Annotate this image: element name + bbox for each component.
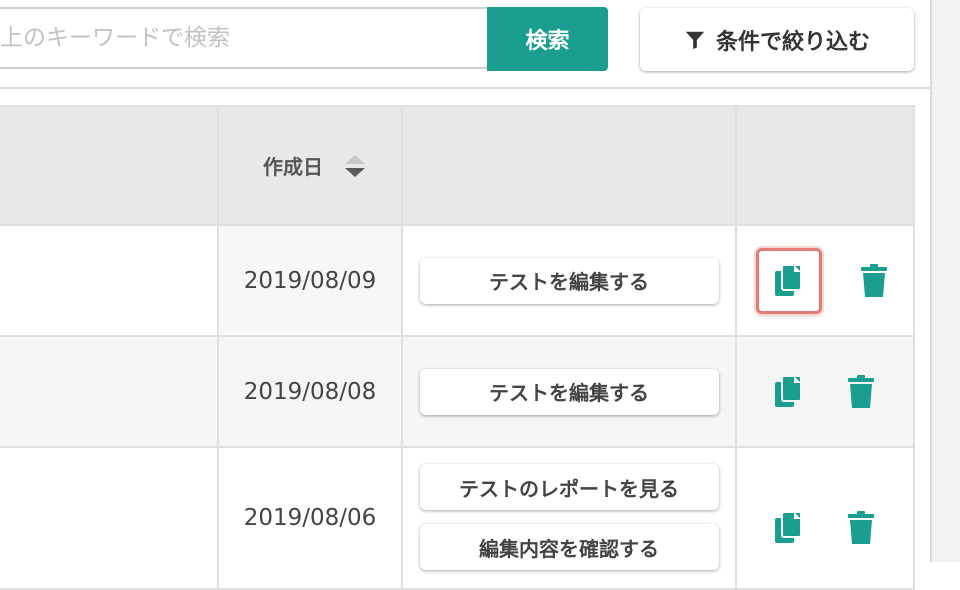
filter-icon <box>685 31 705 49</box>
trash-icon <box>861 263 887 297</box>
filter-button-label: 条件で絞り込む <box>715 29 870 55</box>
row-tools-cell <box>735 335 915 448</box>
edit-test-button[interactable]: テストを編集する <box>419 368 719 415</box>
copy-icon <box>775 263 802 296</box>
sort-descending-icon <box>345 167 365 177</box>
copy-button[interactable] <box>769 508 809 548</box>
trash-icon <box>848 511 874 544</box>
table-row: 2019/08/09 テストを編集する <box>0 224 915 337</box>
table-header-actions <box>401 105 737 226</box>
row-actions-cell: テストを編集する <box>401 335 737 448</box>
table-header-created-date-label: 作成日 <box>263 155 323 179</box>
edit-test-button[interactable]: テストを編集する <box>419 257 719 304</box>
toolbar-divider <box>0 87 930 89</box>
copy-button[interactable] <box>769 261 809 301</box>
sort-icon[interactable] <box>345 154 365 177</box>
delete-button[interactable] <box>841 372 881 412</box>
trash-icon <box>848 374 874 408</box>
toolbar: 検索 条件で絞り込む <box>0 0 930 89</box>
delete-button[interactable] <box>841 508 881 548</box>
table-header-row: 作成日 <box>0 105 915 226</box>
view-report-button[interactable]: テストのレポートを見る <box>419 464 719 510</box>
sort-ascending-icon <box>345 154 365 164</box>
copy-icon <box>775 511 802 543</box>
review-changes-button[interactable]: 編集内容を確認する <box>419 524 719 570</box>
row-name-cell <box>0 335 219 448</box>
row-tools-cell <box>735 224 915 337</box>
copy-icon <box>775 374 802 407</box>
row-name-cell <box>0 446 219 590</box>
row-actions-cell: テストのレポートを見る 編集内容を確認する <box>401 446 737 590</box>
copy-button[interactable] <box>769 372 809 412</box>
search-button[interactable]: 検索 <box>487 7 608 71</box>
table-header-created-date[interactable]: 作成日 <box>217 105 403 226</box>
row-tools-cell <box>735 446 915 590</box>
row-actions-cell: テストを編集する <box>401 224 737 337</box>
row-created-date: 2019/08/06 <box>217 446 403 590</box>
table-header-name <box>0 105 219 226</box>
test-table: 作成日 2019/08/09 テストを編集する 2019/08/08 テストを編… <box>0 105 915 590</box>
search-input[interactable] <box>0 7 489 69</box>
row-created-date: 2019/08/09 <box>217 224 403 337</box>
table-header-tools <box>735 105 915 226</box>
table-row: 2019/08/06 テストのレポートを見る 編集内容を確認する <box>0 446 915 590</box>
delete-button[interactable] <box>854 261 894 301</box>
filter-button[interactable]: 条件で絞り込む <box>640 8 914 71</box>
table-row: 2019/08/08 テストを編集する <box>0 335 915 448</box>
row-name-cell <box>0 224 219 337</box>
scrollbar-track[interactable] <box>930 0 960 562</box>
copy-button-highlighted[interactable] <box>756 247 822 314</box>
row-created-date: 2019/08/08 <box>217 335 403 448</box>
